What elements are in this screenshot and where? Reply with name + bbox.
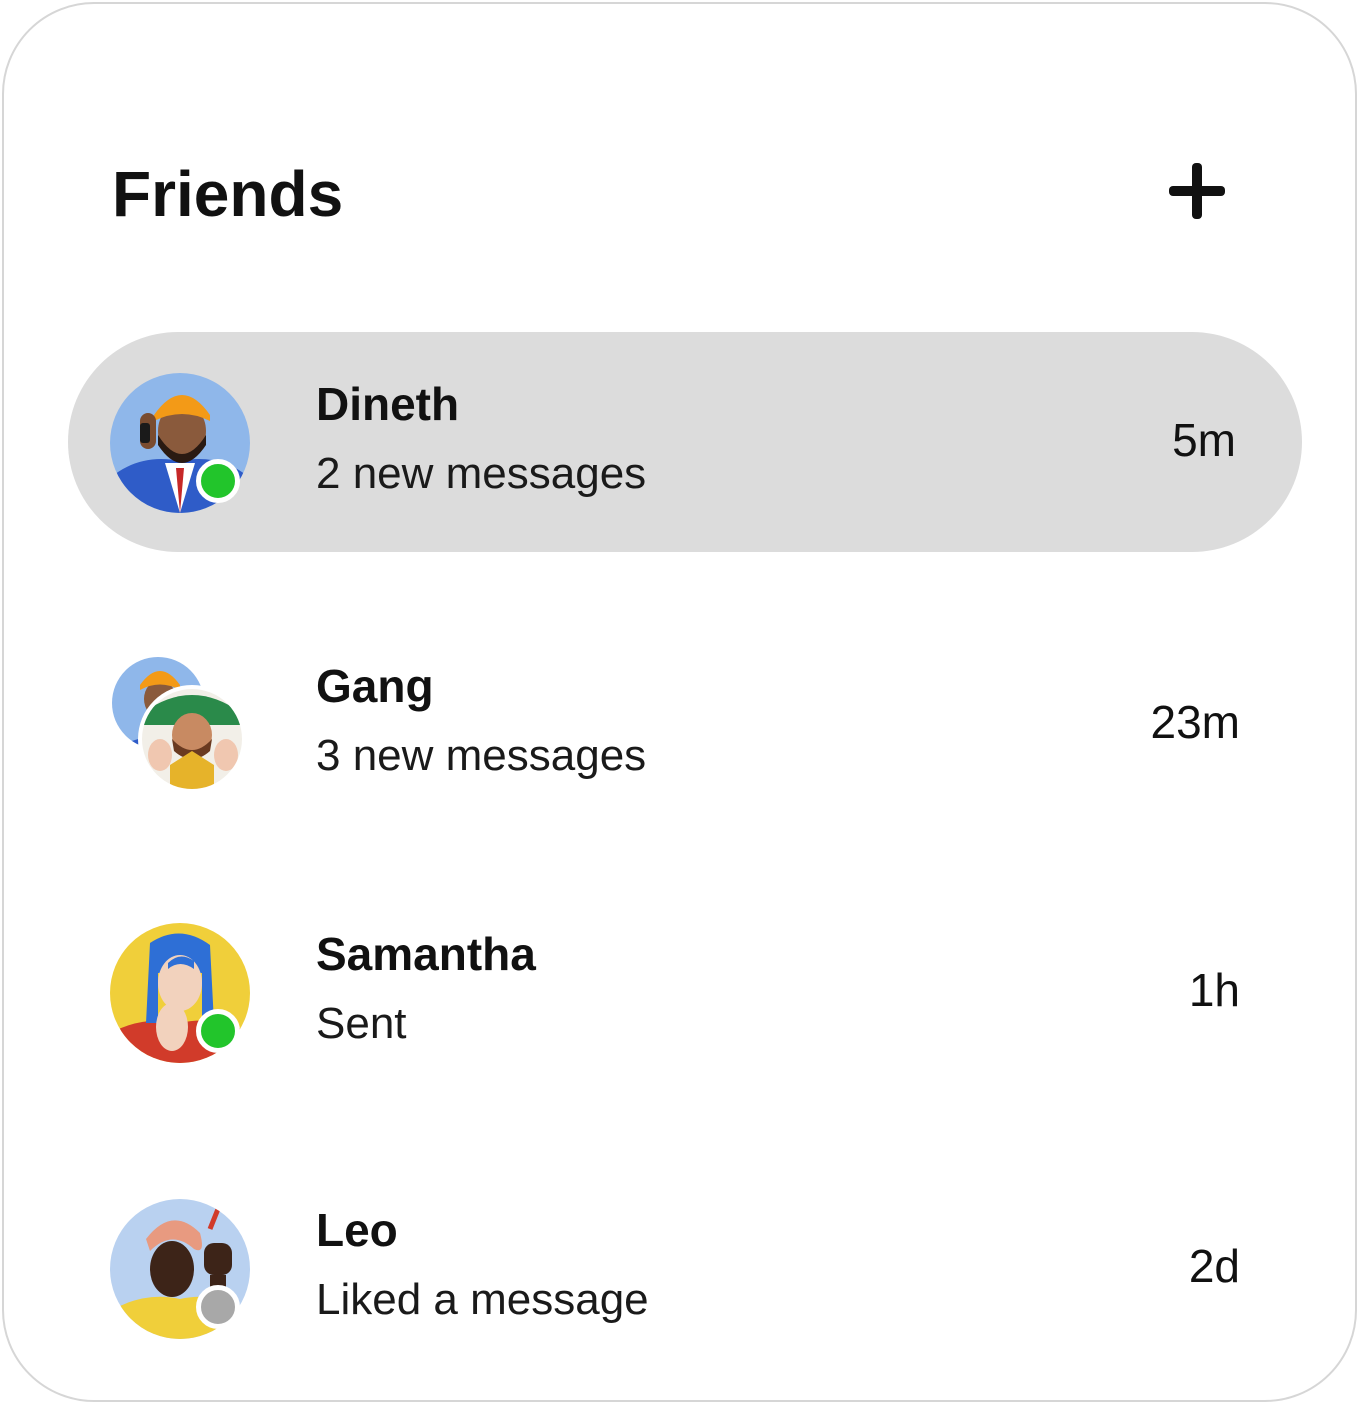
page-title: Friends — [112, 158, 344, 230]
friends-card: Friends Dineth 2 new messages 5m Gang 3 … — [2, 2, 1357, 1402]
online-status-dot — [196, 459, 240, 503]
friend-time: 5m — [1172, 414, 1236, 466]
friend-row-samantha[interactable]: Samantha Sent 1h — [68, 882, 1302, 1102]
offline-status-dot — [196, 1285, 240, 1329]
group-avatar[interactable] — [110, 655, 250, 795]
friend-name: Samantha — [316, 928, 536, 980]
friend-subtitle: Liked a message — [316, 1275, 649, 1324]
friend-time: 23m — [1150, 696, 1240, 748]
avatar[interactable] — [110, 373, 250, 513]
friend-row-gang[interactable]: Gang 3 new messages 23m — [68, 614, 1302, 834]
friend-time: 2d — [1188, 1240, 1240, 1292]
online-status-dot — [196, 1009, 240, 1053]
plus-icon — [1169, 163, 1225, 219]
friend-row-dineth[interactable]: Dineth 2 new messages 5m — [68, 332, 1302, 552]
friend-name: Leo — [316, 1204, 398, 1256]
friend-name: Dineth — [316, 378, 460, 430]
friend-row-leo[interactable]: Leo Liked a message 2d — [68, 1158, 1302, 1378]
add-friend-button[interactable] — [1162, 156, 1232, 226]
friend-subtitle: 2 new messages — [316, 449, 647, 498]
group-avatar-icon — [112, 657, 246, 793]
friend-subtitle: Sent — [316, 999, 407, 1048]
friend-subtitle: 3 new messages — [316, 731, 647, 780]
friend-name: Gang — [316, 660, 434, 712]
friend-time: 1h — [1188, 964, 1240, 1016]
avatar[interactable] — [110, 923, 250, 1063]
avatar[interactable] — [110, 1199, 250, 1339]
